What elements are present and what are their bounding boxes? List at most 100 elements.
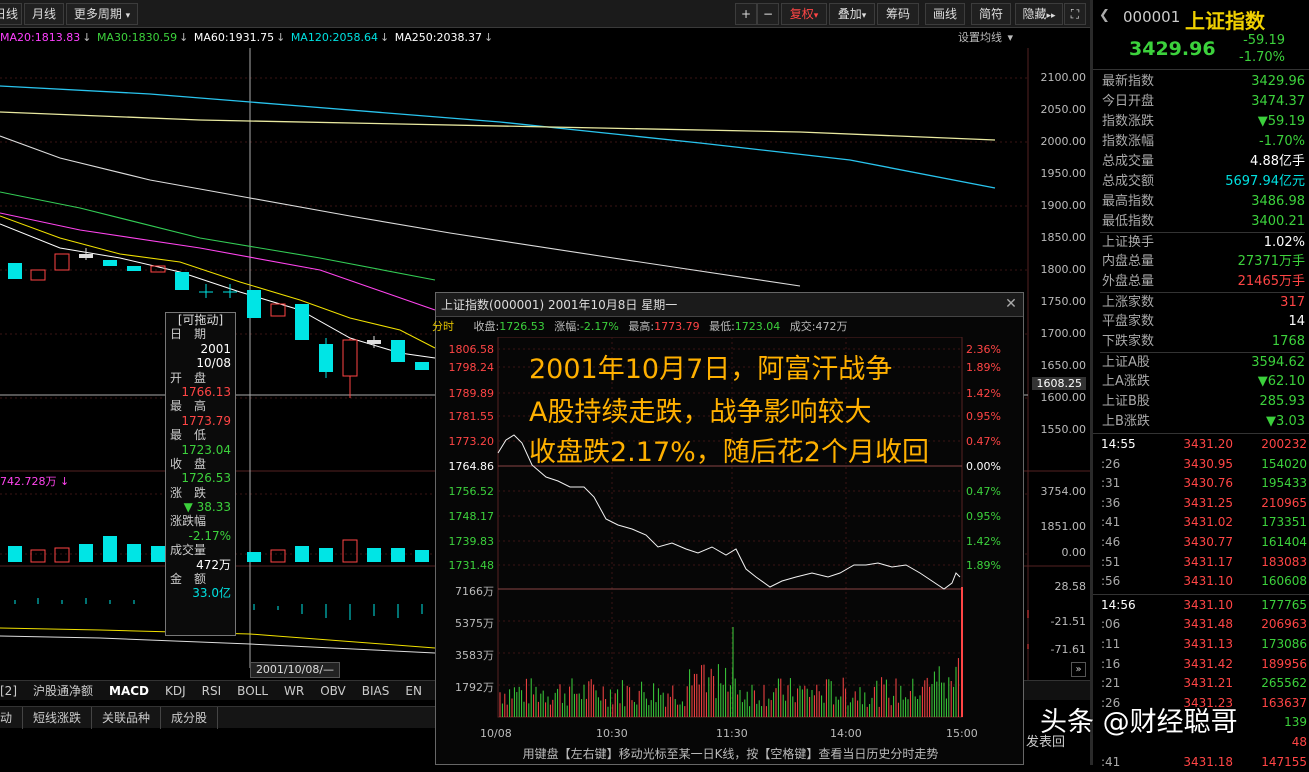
- change-label: 涨 跌: [170, 485, 207, 500]
- tab-short-change[interactable]: 短线涨跌: [23, 707, 93, 729]
- scroll-right-button[interactable]: »: [1071, 662, 1086, 677]
- stat-row: 总成交量 4.88亿手: [1100, 152, 1305, 172]
- change-value: ▼ 38.33: [183, 500, 231, 515]
- stat-label: 指数涨跌: [1102, 114, 1155, 129]
- tab-macd[interactable]: MACD: [101, 681, 157, 701]
- tab-related[interactable]: 关联品种: [92, 707, 162, 729]
- stat-value: 3474.37: [1251, 94, 1305, 109]
- tick-row: :36 3431.25 210965: [1093, 494, 1307, 514]
- intraday-popup[interactable]: 上证指数(000001) 2001年10月8日 星期一 ✕ 分时 收盘:1726…: [432, 292, 1024, 765]
- date-label: 日 期: [170, 327, 207, 342]
- overlay-button[interactable]: 叠加▾: [829, 3, 875, 25]
- amt-label: 金 额: [170, 572, 207, 587]
- tab-obv[interactable]: OBV: [312, 681, 354, 701]
- tick-volume: 177765: [1261, 597, 1307, 612]
- ma-settings-button[interactable]: 设置均线 ▾: [958, 28, 1015, 48]
- popup-pct-tick: 1.42%: [966, 535, 1001, 548]
- fuquan-button[interactable]: 复权▾: [781, 3, 827, 25]
- fullscreen-icon: ⛶: [1070, 7, 1080, 21]
- macd-tick-label: 28.58: [1054, 580, 1087, 593]
- price-tick: 2100.00: [1040, 71, 1087, 84]
- draw-line-button[interactable]: 画线: [925, 3, 965, 25]
- price-tick: 1600.00: [1040, 391, 1087, 404]
- arrow-down-icon: ↓: [380, 31, 390, 44]
- crosshair-date-label: 2001/10/08/—: [250, 662, 340, 678]
- stock-name: 上证指数: [1185, 9, 1265, 33]
- stat-row: 指数涨跌 ▼59.19: [1100, 112, 1305, 132]
- pct-label: 涨跌幅: [170, 514, 207, 529]
- popup-vol-tick: 7166万: [455, 585, 494, 598]
- tick-row: :56 3431.10 160608: [1093, 572, 1307, 592]
- stat-label: 今日开盘: [1102, 94, 1155, 109]
- period-more-button[interactable]: 更多周期 ▾: [66, 3, 138, 25]
- popup-high-label: 最高:: [628, 320, 655, 333]
- arrow-down-icon: ↓: [179, 31, 189, 44]
- tick-price: 3430.76: [1183, 476, 1233, 491]
- close-value: 1726.53: [181, 471, 231, 486]
- stat-label: 最高指数: [1102, 194, 1155, 209]
- popup-title-bar[interactable]: 上证指数(000001) 2001年10月8日 星期一: [436, 293, 1023, 317]
- stock-code: 000001: [1123, 8, 1181, 26]
- high-value: 1773.79: [181, 413, 231, 428]
- fullscreen-button[interactable]: ⛶: [1064, 3, 1086, 25]
- tab-components[interactable]: 成分股: [161, 707, 219, 729]
- ohlc-info-box[interactable]: [可拖动] 日 期 2001 10/08 开 盘 1766.13 最 高 177…: [165, 312, 236, 636]
- tab-dong[interactable]: 动: [0, 707, 24, 729]
- tab-hgt[interactable]: 沪股通净额: [25, 681, 101, 701]
- tick-row: :26 3430.95 154020: [1093, 455, 1307, 475]
- zoom-in-button[interactable]: +: [735, 3, 757, 25]
- popup-pct-tick: 0.47%: [966, 485, 1001, 498]
- stat-value: 285.93: [1259, 394, 1306, 409]
- high-label: 最 高: [170, 399, 207, 414]
- stat-label: 外盘总量: [1102, 274, 1155, 289]
- tick-volume: 195433: [1261, 476, 1307, 491]
- popup-price-tick: 1739.83: [448, 535, 495, 548]
- popup-close-button[interactable]: ✕: [1003, 296, 1019, 312]
- stat-value: 3429.96: [1251, 74, 1305, 89]
- tab-indicator-2[interactable]: [2]: [0, 681, 25, 701]
- tick-time: :56: [1101, 574, 1121, 589]
- popup-high-value: 1773.79: [654, 320, 700, 333]
- stat-row: 上证换手 1.02%: [1100, 232, 1305, 252]
- chevron-down-icon: ▾: [125, 11, 131, 21]
- tick-volume: 160608: [1261, 574, 1307, 589]
- scroll-up-icon[interactable]: ❮: [1099, 8, 1110, 23]
- chips-button[interactable]: 筹码: [877, 3, 919, 25]
- tick-volume: 210965: [1261, 495, 1307, 510]
- close-icon: ✕: [1005, 296, 1017, 312]
- stat-row: 上涨家数 317: [1100, 292, 1305, 312]
- stat-label: 下跌家数: [1102, 334, 1155, 349]
- period-month-button[interactable]: 月线: [24, 3, 64, 25]
- ma20-value: MA20:1813.83: [0, 31, 81, 44]
- crosshair-price-label: 1608.25: [1032, 377, 1086, 390]
- tab-en[interactable]: EN: [397, 681, 430, 701]
- tick-price: 3431.13: [1183, 637, 1233, 651]
- tick-row: :06 3431.48 206963: [1093, 615, 1307, 635]
- stat-label: 平盘家数: [1102, 314, 1155, 329]
- popup-pct-value: -2.17%: [579, 320, 619, 333]
- ma250-line: [0, 111, 996, 141]
- popup-time-tick: 10/08: [480, 727, 512, 740]
- tick-time: :41: [1101, 515, 1121, 530]
- tab-boll[interactable]: BOLL: [229, 681, 276, 701]
- tab-bias[interactable]: BIAS: [354, 681, 398, 701]
- ma30-line: [0, 191, 436, 281]
- ma30-value: MA30:1830.59: [96, 31, 178, 44]
- volume-tick: 1851.00: [1040, 520, 1087, 533]
- tick-volume: 189956: [1261, 656, 1307, 671]
- zoom-out-button[interactable]: −: [757, 3, 779, 25]
- popup-price-tick: 1756.52: [448, 485, 495, 498]
- chart-toolbar: 日线 月线 更多周期 ▾ + − 复权▾ 叠加▾ 筹码 画线 简符 隐藏▸▸ ⛶: [0, 0, 1090, 28]
- popup-pct-tick: 2.36%: [966, 343, 1001, 356]
- watermark: 头条 @财经聪哥: [1040, 707, 1238, 738]
- amt-value: 33.0亿: [192, 586, 231, 601]
- low-value: 1723.04: [181, 442, 231, 457]
- simple-mode-button[interactable]: 简符: [971, 3, 1011, 25]
- hide-button[interactable]: 隐藏▸▸: [1015, 3, 1063, 25]
- period-day-button[interactable]: 日线: [0, 3, 22, 25]
- tab-kdj[interactable]: KDJ: [157, 681, 194, 701]
- tab-rsi[interactable]: RSI: [194, 681, 230, 701]
- tick-time: :26: [1101, 456, 1121, 471]
- tab-wr[interactable]: WR: [276, 681, 312, 701]
- price-tick: 2050.00: [1040, 103, 1087, 116]
